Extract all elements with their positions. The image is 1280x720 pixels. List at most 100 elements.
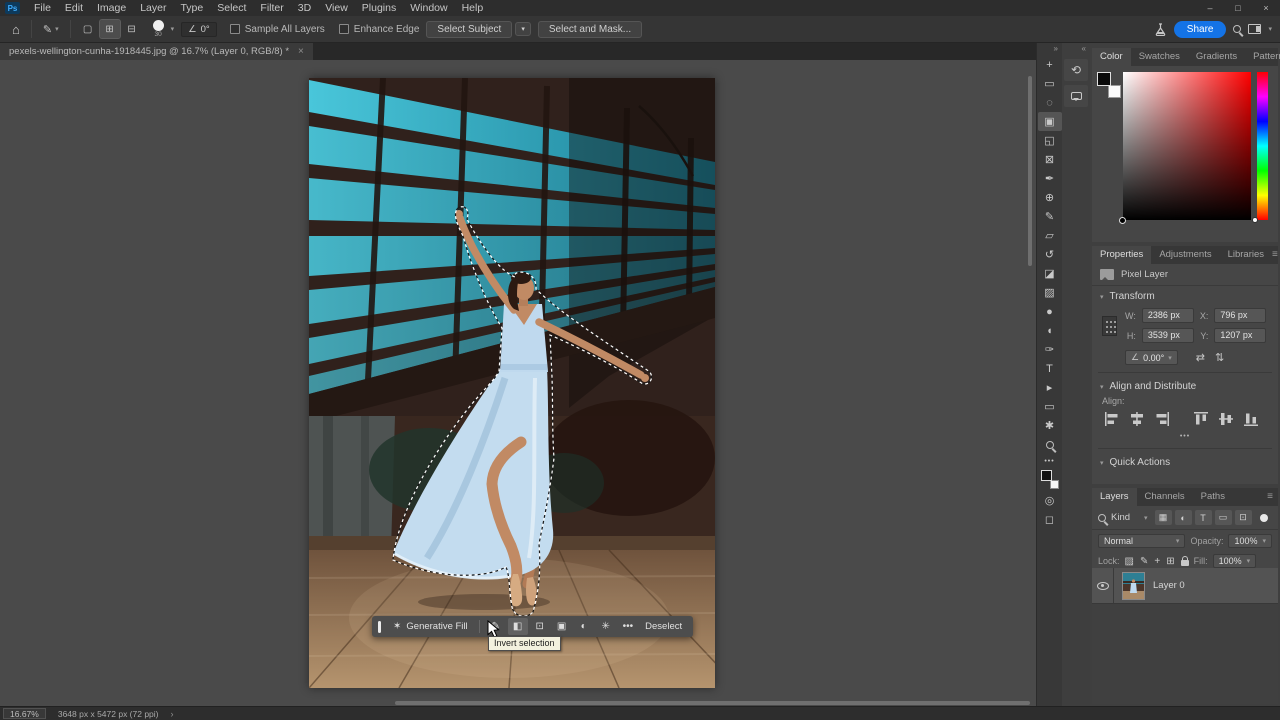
deselect-button[interactable]: Deselect	[640, 618, 687, 635]
pen-tool[interactable]: ✑	[1038, 340, 1062, 359]
panel-color-swatches[interactable]	[1097, 72, 1121, 98]
layers-tab-layers[interactable]: Layers	[1092, 488, 1137, 506]
align-section-header[interactable]: ▾ Align and Distribute	[1092, 376, 1278, 395]
hand-tool[interactable]: ✱	[1038, 416, 1062, 435]
hue-slider[interactable]	[1257, 72, 1268, 220]
eraser-tool[interactable]: ◪	[1038, 264, 1062, 283]
more-options-button[interactable]: •••	[618, 618, 639, 635]
marquee-tool[interactable]: ▭	[1038, 74, 1062, 93]
filter-toggle[interactable]	[1260, 514, 1268, 522]
modify-selection-button[interactable]: ✳	[596, 618, 616, 635]
panel-menu-icon[interactable]: ≡	[1272, 246, 1280, 264]
menu-type[interactable]: Type	[173, 0, 210, 16]
crop-tool[interactable]: ◱	[1038, 131, 1062, 150]
horizontal-scrollbar-thumb[interactable]	[395, 701, 1030, 705]
saturation-brightness-field[interactable]	[1123, 72, 1251, 220]
zoom-tool[interactable]	[1038, 435, 1062, 454]
tool-preset-button[interactable]: ✎ ▾	[39, 21, 63, 38]
dodge-tool[interactable]: ◖	[1038, 321, 1062, 340]
color-swatch-control[interactable]	[1040, 470, 1060, 489]
close-button[interactable]: ×	[1252, 0, 1280, 16]
chevron-down-icon[interactable]: ▾	[1268, 25, 1272, 33]
align-bottom-button[interactable]	[1241, 410, 1261, 427]
color-tab-swatches[interactable]: Swatches	[1131, 48, 1188, 66]
menu-layer[interactable]: Layer	[133, 0, 173, 16]
lock-image-pixels[interactable]: ✎	[1140, 556, 1148, 567]
foreground-color-swatch[interactable]	[1041, 470, 1052, 481]
filter-type-layers[interactable]: T	[1195, 510, 1212, 525]
select-subject-dropdown[interactable]: ▾	[515, 22, 531, 36]
height-field[interactable]: 3539 px	[1142, 328, 1194, 343]
move-tool[interactable]: +	[1038, 55, 1062, 74]
visibility-toggle[interactable]	[1092, 568, 1114, 603]
menu-filter[interactable]: Filter	[253, 0, 290, 16]
menu-select[interactable]: Select	[210, 0, 253, 16]
menu-help[interactable]: Help	[455, 0, 491, 16]
adjustment-button[interactable]: ◐	[574, 618, 594, 635]
color-tab-patterns[interactable]: Patterns	[1245, 48, 1280, 66]
foreground-color-swatch[interactable]	[1097, 72, 1111, 86]
collapse-toolbar-icon[interactable]: »	[1054, 43, 1062, 55]
beta-filters-icon[interactable]	[1154, 23, 1167, 36]
align-top-button[interactable]	[1191, 410, 1211, 427]
background-color-swatch[interactable]	[1050, 480, 1059, 489]
properties-tab-libraries[interactable]: Libraries	[1220, 246, 1272, 264]
color-tab-color[interactable]: Color	[1092, 48, 1131, 66]
align-more-button[interactable]: •••	[1092, 429, 1278, 445]
shape-tool[interactable]: ▭	[1038, 397, 1062, 416]
create-mask-button[interactable]: ▣	[552, 618, 572, 635]
screen-mode-button[interactable]: ◻	[1038, 510, 1062, 529]
spot-healing-tool[interactable]: ⊕	[1038, 188, 1062, 207]
path-selection-tool[interactable]: ▸	[1038, 378, 1062, 397]
type-tool[interactable]: T	[1038, 359, 1062, 378]
menu-3d[interactable]: 3D	[291, 0, 318, 16]
brush-size-control[interactable]: 30	[153, 20, 164, 39]
lock-artboard[interactable]: ⊞	[1166, 556, 1174, 567]
hue-slider-marker[interactable]	[1252, 217, 1258, 223]
menu-image[interactable]: Image	[90, 0, 133, 16]
document-image[interactable]	[309, 78, 715, 688]
lock-position[interactable]: +	[1154, 556, 1160, 567]
checkbox-sample-all-layers[interactable]: Sample All Layers	[230, 24, 325, 35]
color-selection-marker[interactable]	[1119, 217, 1126, 224]
properties-tab-adjustments[interactable]: Adjustments	[1151, 246, 1219, 264]
layers-tab-channels[interactable]: Channels	[1137, 488, 1193, 506]
generative-fill-button[interactable]: ✶Generative Fill	[388, 618, 473, 635]
lock-transparent-pixels[interactable]: ▨	[1125, 556, 1134, 567]
comments-panel-button[interactable]	[1064, 85, 1088, 107]
y-field[interactable]: 1207 px	[1214, 328, 1266, 343]
clone-stamp-tool[interactable]: ▱	[1038, 226, 1062, 245]
blend-mode-select[interactable]: Normal ▾	[1098, 534, 1185, 548]
filter-adjustment-layers[interactable]: ◐	[1175, 510, 1192, 525]
canvas-area[interactable]: ✶Generative Fill✎◧⊡▣◐✳•••Deselect Invert…	[0, 60, 1036, 706]
layer-thumbnail[interactable]	[1122, 572, 1145, 600]
minimize-button[interactable]: –	[1196, 0, 1224, 16]
search-icon[interactable]	[1233, 25, 1241, 33]
fill-select[interactable]: 100% ▾	[1213, 554, 1257, 568]
new-selection-mode[interactable]: ▢	[78, 20, 98, 38]
align-right-button[interactable]	[1152, 410, 1172, 427]
zoom-level-field[interactable]: 16.67%	[3, 708, 46, 719]
x-field[interactable]: 796 px	[1214, 308, 1266, 323]
frame-tool[interactable]: ⊠	[1038, 150, 1062, 169]
subtract-selection-mode[interactable]: ⊟	[122, 20, 142, 38]
menu-plugins[interactable]: Plugins	[355, 0, 403, 16]
width-field[interactable]: 2386 px	[1142, 308, 1194, 323]
history-brush-tool[interactable]: ↺	[1038, 245, 1062, 264]
invert-selection-button[interactable]: ◧	[508, 618, 528, 635]
status-expand-icon[interactable]: ›	[171, 709, 174, 719]
history-panel-button[interactable]: ⟲	[1064, 59, 1088, 81]
chevron-down-icon[interactable]: ▾	[171, 25, 175, 33]
color-tab-gradients[interactable]: Gradients	[1188, 48, 1245, 66]
object-selection-tool[interactable]: ▣	[1038, 112, 1062, 131]
document-tab[interactable]: pexels-wellington-cunha-1918445.jpg @ 16…	[0, 43, 313, 60]
align-center-vertical-button[interactable]	[1216, 410, 1236, 427]
rotate-angle-field[interactable]: ∠ 0.00° ▾	[1125, 350, 1178, 365]
brush-angle-field[interactable]: ∠ 0°	[181, 22, 217, 37]
layer-filter-kind-select[interactable]: Kind ▾	[1111, 512, 1150, 523]
lock-all[interactable]	[1181, 556, 1189, 566]
select-and-mask-button[interactable]: Select and Mask...	[538, 21, 642, 38]
checkbox-enhance-edge[interactable]: Enhance Edge	[339, 24, 420, 35]
gradient-tool[interactable]: ▨	[1038, 283, 1062, 302]
add-selection-mode[interactable]: ⊞	[100, 20, 120, 38]
